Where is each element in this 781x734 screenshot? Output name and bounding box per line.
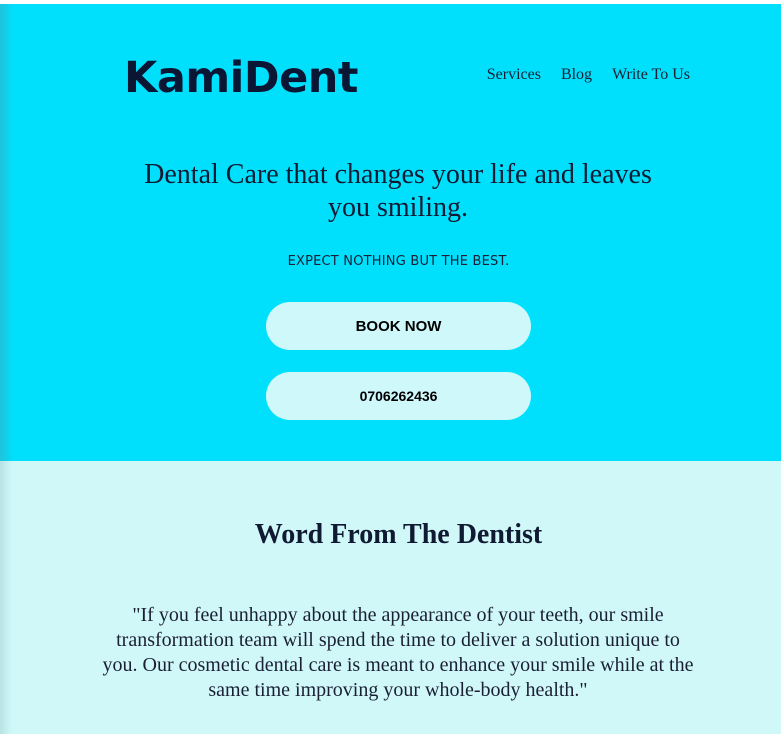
hero-subtagline: EXPECT NOTHING BUT THE BEST. [287,254,510,269]
dentist-quote: "If you feel unhappy about the appearanc… [102,604,694,701]
section-heading: Word From The Dentist [254,519,543,550]
hero-edge-shadow [0,4,14,461]
book-now-button[interactable]: BOOK NOW [266,302,531,350]
page: KamiDent Services Blog Write To Us Denta… [0,0,781,734]
nav-link-blog[interactable]: Blog [561,66,592,84]
hero-section: KamiDent Services Blog Write To Us Denta… [0,4,781,461]
phone-button[interactable]: 0706262436 [266,372,531,420]
section-edge-shadow [0,461,12,734]
hero-tagline: Dental Care that changes your life and l… [144,159,652,223]
nav-link-write-to-us[interactable]: Write To Us [612,66,690,84]
nav-link-services[interactable]: Services [487,66,541,84]
dentist-word-section: Word From The Dentist "If you feel unhap… [0,461,781,734]
main-nav: Services Blog Write To Us [487,66,690,84]
logo[interactable]: KamiDent [124,50,358,106]
